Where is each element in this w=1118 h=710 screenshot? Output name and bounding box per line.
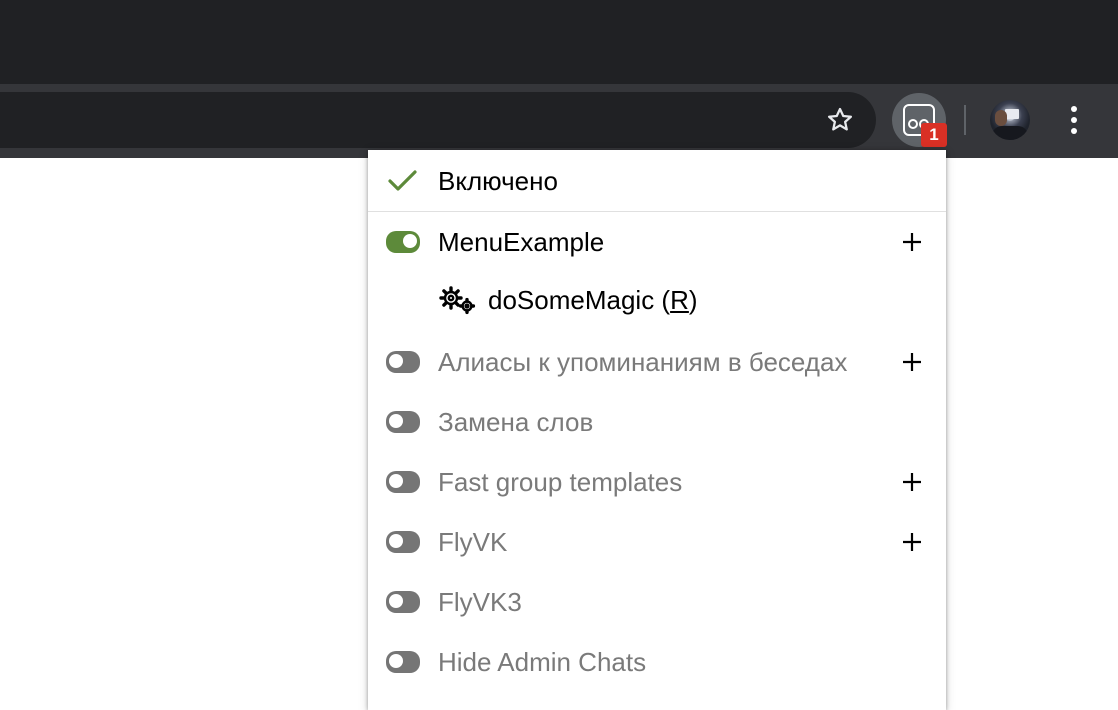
plugin-label: Hide Admin Chats <box>438 647 647 677</box>
menu-separator <box>368 211 946 212</box>
plugin-label: Замена слов <box>438 407 594 437</box>
plugin-row-flyvk3[interactable]: FlyVK3 <box>368 573 946 631</box>
plugin-toggle[interactable] <box>386 531 420 553</box>
checkmark-icon <box>388 170 417 191</box>
plugin-toggle[interactable] <box>386 651 420 673</box>
address-bar[interactable] <box>0 92 876 148</box>
browser-toolbar: 1 <box>0 84 1118 158</box>
plugin-label: Fast group templates <box>438 467 683 497</box>
toolbar-divider <box>964 105 966 135</box>
plugin-row-aliases[interactable]: Алиасы к упоминаниям в беседах <box>368 333 946 391</box>
plugin-row-word-replace[interactable]: Замена слов <box>368 393 946 451</box>
browser-menu-button[interactable] <box>1056 100 1092 140</box>
enabled-toggle-row[interactable]: Включено <box>368 152 946 210</box>
plugin-toggle[interactable] <box>386 231 420 253</box>
add-icon[interactable] <box>901 351 923 373</box>
plugin-toggle[interactable] <box>386 591 420 613</box>
gears-icon <box>439 286 476 315</box>
add-icon[interactable] <box>901 231 923 253</box>
plugin-label: MenuExample <box>438 227 605 257</box>
add-icon[interactable] <box>901 531 923 553</box>
action-hotkey: R <box>670 285 689 315</box>
plugin-toggle[interactable] <box>386 351 420 373</box>
extension-popup-menu: Включено MenuExample doSomeMagic (R) Али… <box>368 150 946 710</box>
extension-badge: 1 <box>921 123 947 147</box>
plugin-label: FlyVK3 <box>438 587 522 617</box>
plugin-row-fast-group-templates[interactable]: Fast group templates <box>368 453 946 511</box>
plugin-label: Алиасы к упоминаниям в беседах <box>438 347 848 377</box>
tab-strip <box>0 0 1118 84</box>
plugin-row-hide-admin-chats[interactable]: Hide Admin Chats <box>368 633 946 691</box>
plugin-toggle[interactable] <box>386 411 420 433</box>
add-icon[interactable] <box>901 471 923 493</box>
profile-avatar[interactable] <box>990 100 1030 140</box>
bookmark-star-button[interactable] <box>818 98 862 142</box>
plugin-toggle[interactable] <box>386 471 420 493</box>
enabled-label: Включено <box>438 166 558 196</box>
plugin-row-flyvk[interactable]: FlyVK <box>368 513 946 571</box>
plugin-row-menuexample[interactable]: MenuExample <box>368 213 946 271</box>
action-name: doSomeMagic <box>488 285 655 315</box>
plugin-action-row[interactable]: doSomeMagic (R) <box>368 271 946 329</box>
star-outline-icon <box>828 107 852 131</box>
action-label: doSomeMagic (R) <box>488 285 698 315</box>
plugin-label: FlyVK <box>438 527 508 557</box>
